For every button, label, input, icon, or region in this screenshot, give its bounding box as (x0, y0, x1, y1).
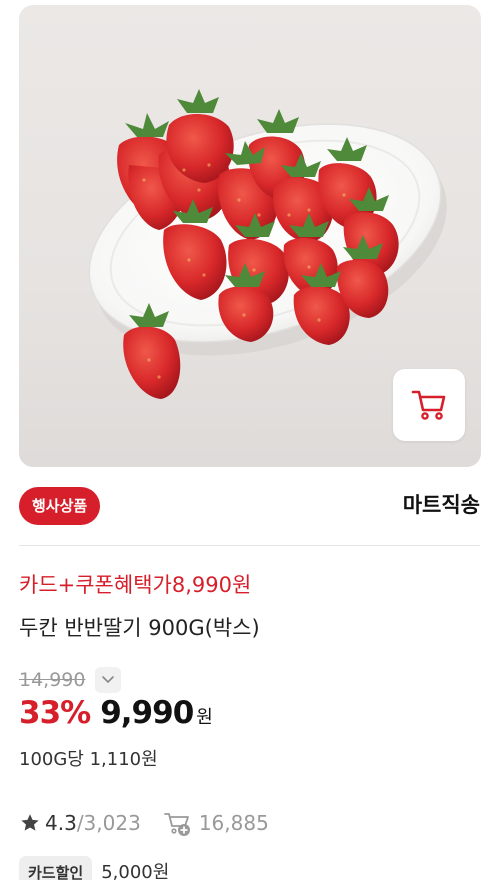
star-icon (21, 814, 39, 831)
event-badge: 행사상품 (19, 487, 101, 525)
add-to-cart-button[interactable] (393, 369, 465, 441)
currency-label: 원 (196, 707, 213, 728)
rating-value: 4.3 (45, 811, 77, 835)
seller-label: 마트직송 (402, 493, 480, 517)
unit-price: 100G당 1,110원 (19, 749, 158, 770)
chevron-down-icon (102, 676, 115, 683)
review-count[interactable]: /3,023 (77, 808, 141, 838)
original-price: 14,990 (19, 669, 86, 691)
cart-icon (411, 390, 446, 420)
stats-row: 4.3 /3,023 16,885 (19, 808, 269, 838)
cart-count: 16,885 (198, 811, 269, 835)
card-discount-badge: 카드할인 (19, 856, 93, 880)
price-detail-toggle[interactable] (95, 667, 122, 693)
card-discount-amount: 5,000원 (101, 862, 170, 880)
product-title[interactable]: 두칸 반반딸기 900G(박스) (19, 612, 260, 644)
card-discount-row: 카드할인 5,000원 (19, 856, 169, 880)
divider (19, 545, 480, 546)
price-row: 33% 9,990 원 (19, 695, 213, 731)
original-price-row: 14,990 (19, 665, 122, 695)
discount-rate: 33% (19, 695, 91, 731)
promo-price-text: 카드+쿠폰혜택가8,990원 (19, 573, 252, 597)
sale-price: 9,990 (100, 695, 194, 731)
cart-add-icon (163, 810, 193, 836)
